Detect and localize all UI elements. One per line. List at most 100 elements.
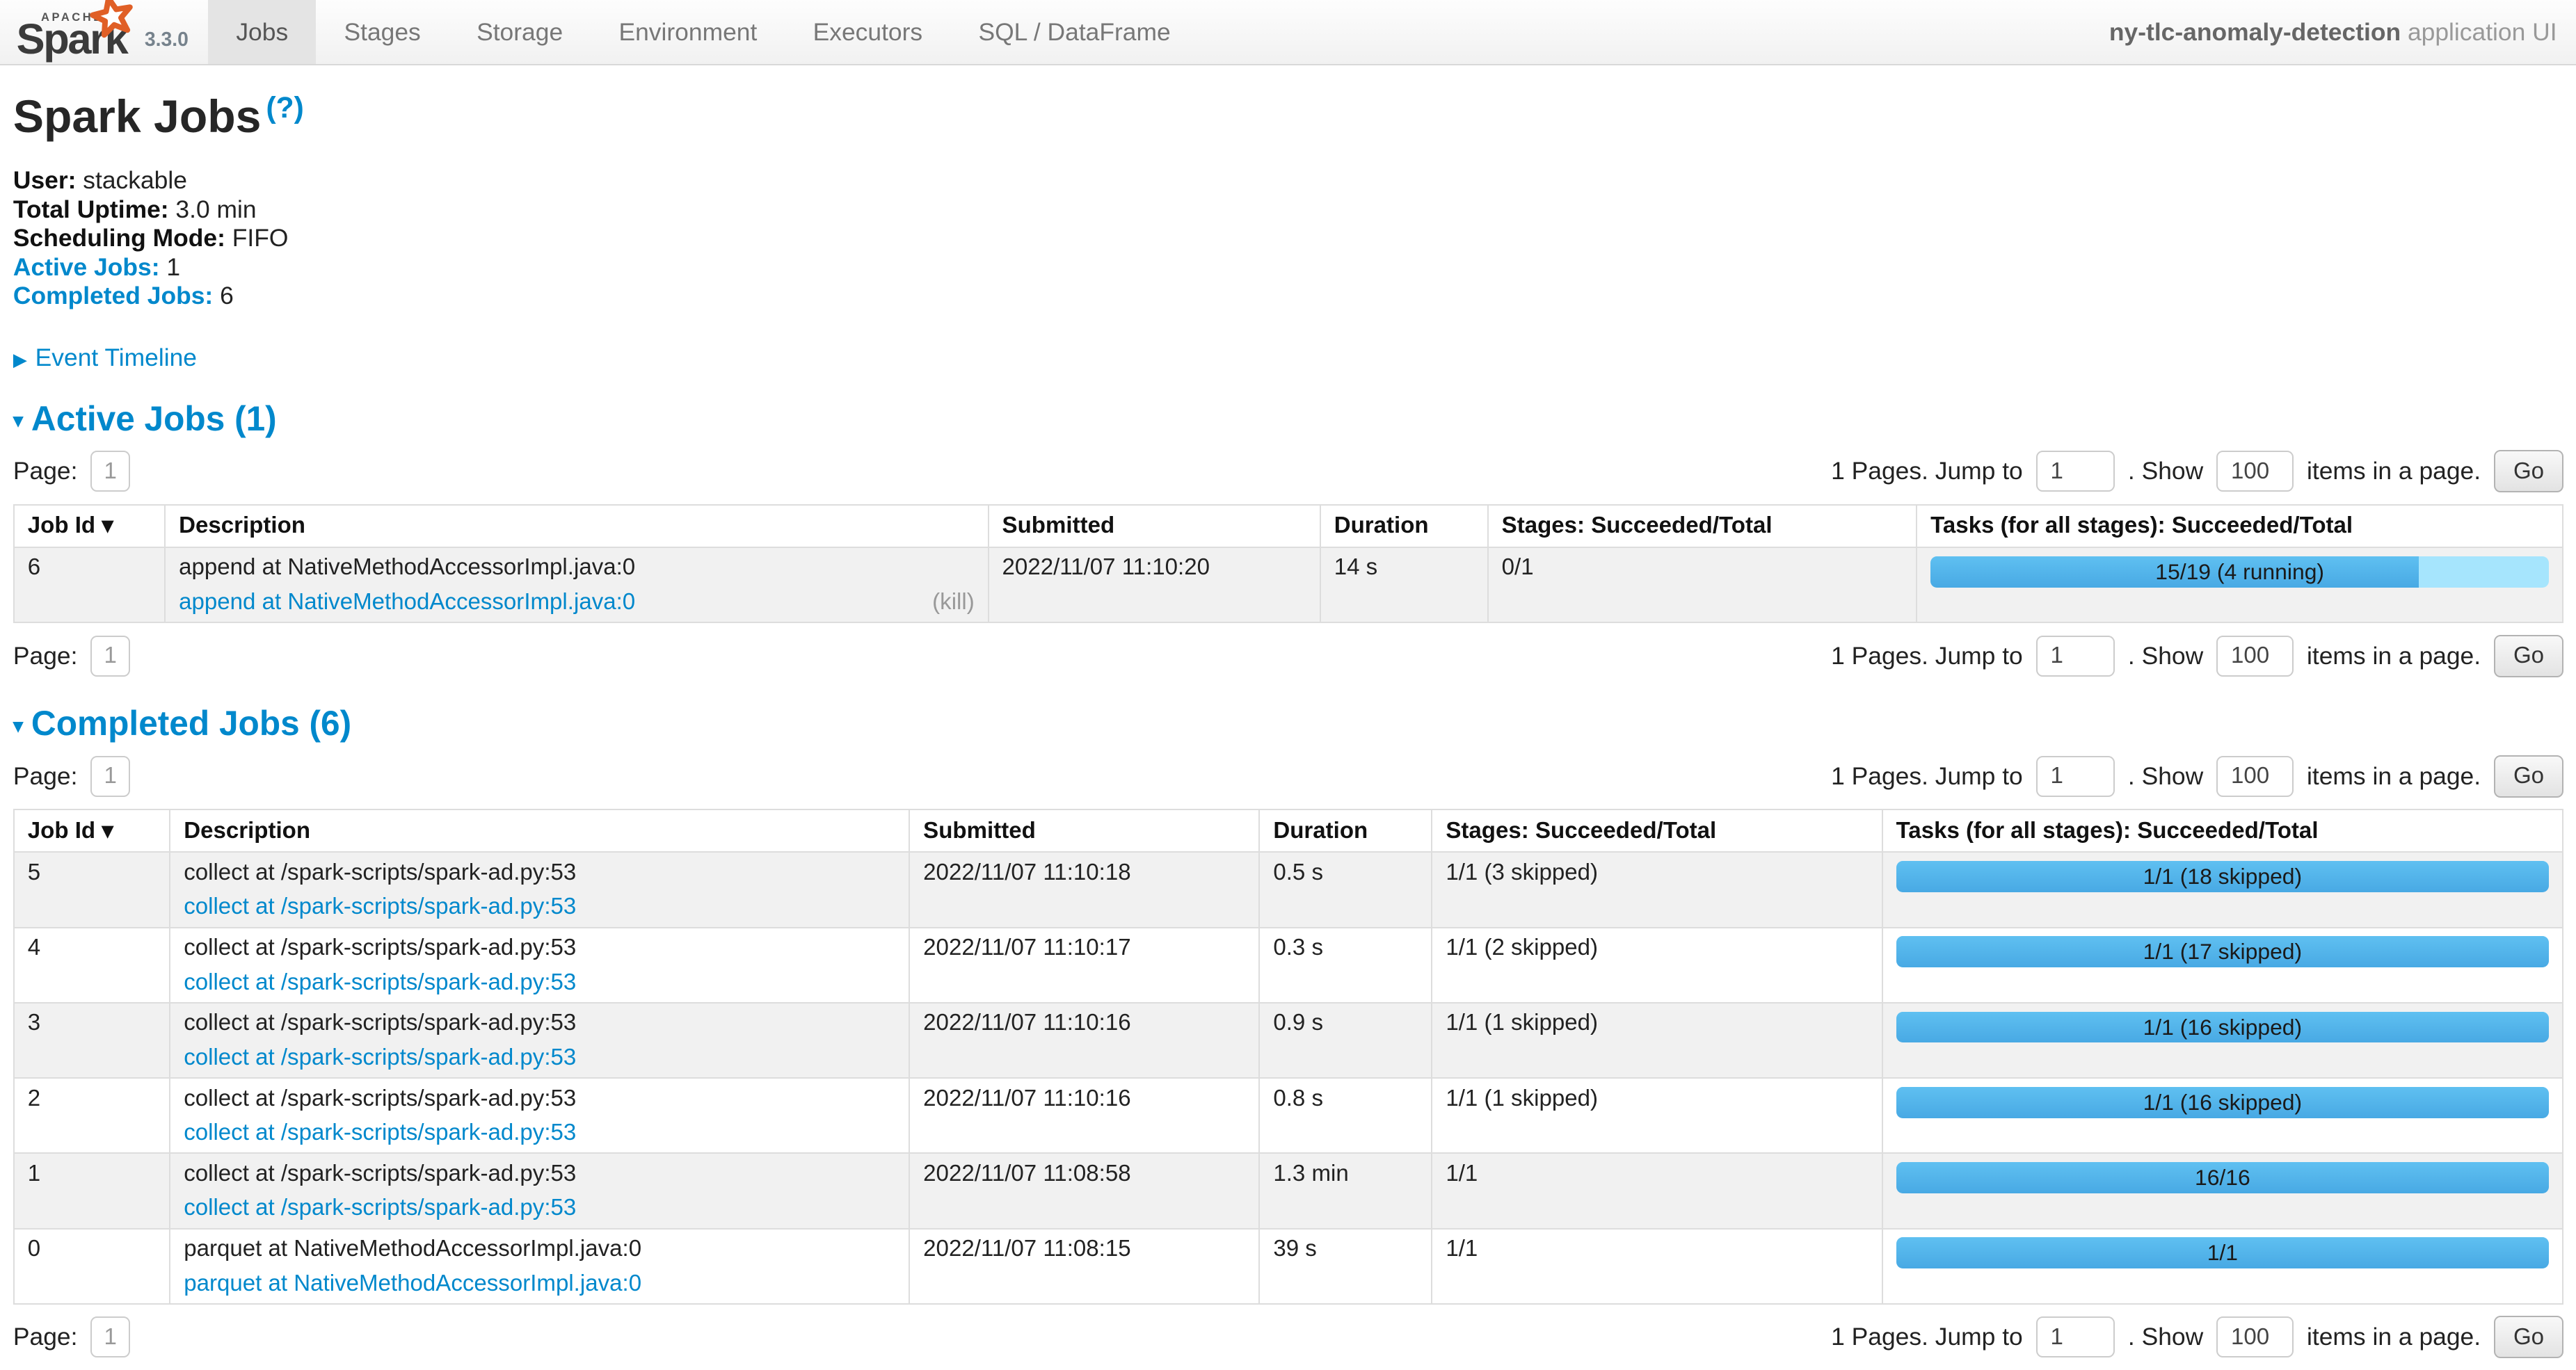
summary-active-jobs-link[interactable]: Active Jobs: xyxy=(13,253,160,281)
job-detail-link[interactable]: append at NativeMethodAccessorImpl.java:… xyxy=(179,589,635,615)
pages-jump-text: 1 Pages. Jump to xyxy=(1831,1323,2023,1351)
job-description-text: collect at /spark-scripts/spark-ad.py:53 xyxy=(184,860,895,886)
tab-sql-dataframe[interactable]: SQL / DataFrame xyxy=(950,0,1199,64)
job-submitted-cell: 2022/11/07 11:08:15 xyxy=(909,1229,1259,1304)
job-detail-link[interactable]: parquet at NativeMethodAccessorImpl.java… xyxy=(184,1271,641,1297)
completed-jobs-table: Job Id ▾ Description Submitted Duration … xyxy=(13,809,2563,1305)
job-stages-cell: 1/1 (1 skipped) xyxy=(1432,1003,1882,1078)
summary-user: User: stackable xyxy=(13,166,2563,195)
summary-uptime-label: Total Uptime: xyxy=(13,195,169,223)
job-description-cell: collect at /spark-scripts/spark-ad.py:53… xyxy=(170,852,909,927)
kill-link[interactable]: (kill) xyxy=(932,589,975,615)
pages-jump-text: 1 Pages. Jump to xyxy=(1831,762,2023,791)
tab-jobs[interactable]: Jobs xyxy=(208,0,316,64)
job-detail-link[interactable]: collect at /spark-scripts/spark-ad.py:53 xyxy=(184,1045,576,1071)
summary-completed-jobs: Completed Jobs: 6 xyxy=(13,282,2563,311)
tab-stages[interactable]: Stages xyxy=(316,0,449,64)
completed-jobs-heading[interactable]: ▾Completed Jobs (6) xyxy=(13,703,2563,743)
tasks-progress-bar: 1/1 xyxy=(1896,1237,2550,1268)
job-duration-cell: 0.5 s xyxy=(1259,852,1432,927)
summary-completed-jobs-link[interactable]: Completed Jobs: xyxy=(13,282,213,309)
job-description-cell: append at NativeMethodAccessorImpl.java:… xyxy=(165,547,988,622)
spark-star-icon xyxy=(86,0,139,44)
tasks-progress-bar: 1/1 (18 skipped) xyxy=(1896,861,2550,892)
col-header-job-id[interactable]: Job Id ▾ xyxy=(14,809,170,852)
summary-completed-jobs-value: 6 xyxy=(220,282,234,309)
tab-storage[interactable]: Storage xyxy=(449,0,591,64)
show-items-input[interactable] xyxy=(2216,756,2294,797)
completed-job-row-4: 4 collect at /spark-scripts/spark-ad.py:… xyxy=(14,928,2563,1003)
job-tasks-cell: 1/1 (16 skipped) xyxy=(1882,1078,2563,1153)
progress-label: 1/1 (16 skipped) xyxy=(1896,1087,2550,1118)
jump-to-input[interactable] xyxy=(2036,1316,2115,1357)
col-header-tasks[interactable]: Tasks (for all stages): Succeeded/Total xyxy=(1917,505,2563,547)
event-timeline-toggle[interactable]: ▶Event Timeline xyxy=(13,344,2563,372)
active-jobs-table: Job Id ▾ Description Submitted Duration … xyxy=(13,504,2563,623)
job-detail-link[interactable]: collect at /spark-scripts/spark-ad.py:53 xyxy=(184,1195,576,1221)
active-job-row-6: 6 append at NativeMethodAccessorImpl.jav… xyxy=(14,547,2563,622)
go-button[interactable]: Go xyxy=(2494,755,2563,798)
job-detail-link[interactable]: collect at /spark-scripts/spark-ad.py:53 xyxy=(184,894,576,920)
job-tasks-cell: 1/1 xyxy=(1882,1229,2563,1304)
job-id-cell: 6 xyxy=(14,547,165,622)
application-name-suffix: application UI xyxy=(2401,18,2557,46)
job-tasks-cell: 16/16 xyxy=(1882,1153,2563,1228)
tasks-progress-bar: 1/1 (16 skipped) xyxy=(1896,1012,2550,1043)
col-header-duration[interactable]: Duration xyxy=(1320,505,1488,547)
show-items-input[interactable] xyxy=(2216,451,2294,492)
job-detail-link[interactable]: collect at /spark-scripts/spark-ad.py:53 xyxy=(184,969,576,996)
col-header-submitted[interactable]: Submitted xyxy=(989,505,1320,547)
tasks-progress-bar: 1/1 (17 skipped) xyxy=(1896,936,2550,967)
application-name-bold: ny-tlc-anomaly-detection xyxy=(2109,18,2401,46)
page-number-input[interactable] xyxy=(90,756,130,797)
page-number-input[interactable] xyxy=(90,1316,130,1357)
items-text: items in a page. xyxy=(2307,1323,2481,1351)
job-stages-cell: 1/1 xyxy=(1432,1153,1882,1228)
job-submitted-cell: 2022/11/07 11:10:16 xyxy=(909,1078,1259,1153)
expand-arrow-icon: ▾ xyxy=(13,410,23,432)
col-header-tasks[interactable]: Tasks (for all stages): Succeeded/Total xyxy=(1882,809,2563,852)
page-number-input[interactable] xyxy=(90,636,130,677)
page-number-input[interactable] xyxy=(90,451,130,492)
go-button[interactable]: Go xyxy=(2494,635,2563,677)
help-link[interactable]: (?) xyxy=(266,92,303,124)
show-items-input[interactable] xyxy=(2216,636,2294,677)
tab-executors[interactable]: Executors xyxy=(785,0,950,64)
col-header-stages[interactable]: Stages: Succeeded/Total xyxy=(1432,809,1882,852)
pages-jump-text: 1 Pages. Jump to xyxy=(1831,457,2023,485)
job-description-cell: collect at /spark-scripts/spark-ad.py:53… xyxy=(170,1003,909,1078)
page-title: Spark Jobs(?) xyxy=(13,90,2563,143)
go-button[interactable]: Go xyxy=(2494,1316,2563,1358)
completed-jobs-header-row: Job Id ▾ Description Submitted Duration … xyxy=(14,809,2563,852)
tasks-progress-bar: 16/16 xyxy=(1896,1162,2550,1193)
jump-to-input[interactable] xyxy=(2036,451,2115,492)
completed-job-row-5: 5 collect at /spark-scripts/spark-ad.py:… xyxy=(14,852,2563,927)
col-header-submitted[interactable]: Submitted xyxy=(909,809,1259,852)
tab-environment[interactable]: Environment xyxy=(591,0,785,64)
go-button[interactable]: Go xyxy=(2494,450,2563,492)
active-jobs-heading[interactable]: ▾Active Jobs (1) xyxy=(13,398,2563,439)
job-stages-cell: 1/1 (1 skipped) xyxy=(1432,1078,1882,1153)
jump-to-input[interactable] xyxy=(2036,756,2115,797)
job-id-cell: 1 xyxy=(14,1153,170,1228)
show-text: . Show xyxy=(2128,1323,2203,1351)
col-header-duration[interactable]: Duration xyxy=(1259,809,1432,852)
job-description-text: collect at /spark-scripts/spark-ad.py:53 xyxy=(184,1161,895,1187)
job-duration-cell: 0.8 s xyxy=(1259,1078,1432,1153)
job-description-text: collect at /spark-scripts/spark-ad.py:53 xyxy=(184,935,895,961)
col-header-description[interactable]: Description xyxy=(165,505,988,547)
job-detail-link[interactable]: collect at /spark-scripts/spark-ad.py:53 xyxy=(184,1120,576,1146)
col-header-job-id[interactable]: Job Id ▾ xyxy=(14,505,165,547)
summary-scheduling-label: Scheduling Mode: xyxy=(13,224,225,252)
progress-label: 1/1 (18 skipped) xyxy=(1896,861,2550,892)
col-header-description[interactable]: Description xyxy=(170,809,909,852)
show-items-input[interactable] xyxy=(2216,1316,2294,1357)
pagination-row: Page: 1 Pages. Jump to . Show items in a… xyxy=(13,1316,2563,1358)
summary-user-value: stackable xyxy=(83,166,187,194)
job-submitted-cell: 2022/11/07 11:10:17 xyxy=(909,928,1259,1003)
jump-to-input[interactable] xyxy=(2036,636,2115,677)
spark-version-label: 3.3.0 xyxy=(145,29,189,51)
col-header-stages[interactable]: Stages: Succeeded/Total xyxy=(1488,505,1917,547)
event-timeline-label: Event Timeline xyxy=(35,344,197,371)
job-tasks-cell: 1/1 (16 skipped) xyxy=(1882,1003,2563,1078)
